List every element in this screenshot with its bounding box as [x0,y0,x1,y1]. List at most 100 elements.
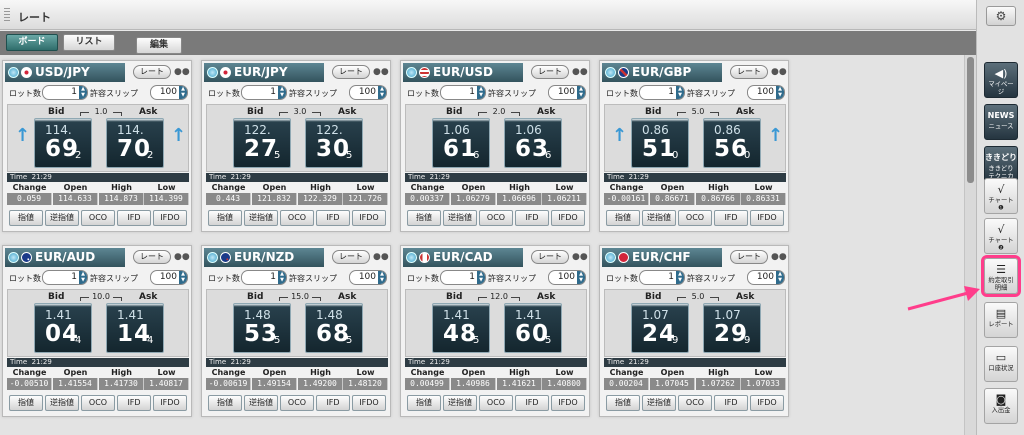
order-button-4[interactable]: IFDO [551,395,585,411]
order-button-2[interactable]: OCO [479,210,513,226]
ask-price-button[interactable]: 122. 30 5 [305,118,363,168]
pin-icon[interactable]: ●● [174,251,190,263]
sidebar-item-execution[interactable]: ☰ 約定取引明細 [981,255,1021,297]
sidebar-item-mypage[interactable]: ◀) マイページ [984,62,1018,98]
order-button-4[interactable]: IFDO [750,210,784,226]
order-button-4[interactable]: IFDO [750,395,784,411]
spin-arrows-icon[interactable]: ▲ ▼ [378,271,386,284]
pin-icon[interactable]: ●● [771,66,787,78]
option-circle-icon[interactable] [406,67,417,78]
ask-price-button[interactable]: 114. 70 2 [106,118,164,168]
bid-price-button[interactable]: 114. 69 2 [34,118,92,168]
spin-arrows-icon[interactable]: ▲ ▼ [477,271,485,284]
order-button-3[interactable]: IFD [714,395,748,411]
vertical-scrollbar[interactable] [964,55,976,435]
spin-arrows-icon[interactable]: ▲ ▼ [776,86,784,99]
bid-price-button[interactable]: 1.48 53 5 [233,303,291,353]
order-button-2[interactable]: OCO [81,210,115,226]
slip-input[interactable]: 100 ▲ ▼ [747,270,785,285]
spin-arrows-icon[interactable]: ▲ ▼ [676,86,684,99]
spin-arrows-icon[interactable]: ▲ ▼ [477,86,485,99]
option-circle-icon[interactable] [605,252,616,263]
slip-input[interactable]: 100 ▲ ▼ [150,270,188,285]
option-circle-icon[interactable] [8,67,19,78]
pin-icon[interactable]: ●● [373,66,389,78]
order-button-3[interactable]: IFD [714,210,748,226]
scrollbar-thumb[interactable] [967,57,974,183]
sidebar-item-account[interactable]: ▭ 口座状況 [984,346,1018,382]
slip-input[interactable]: 100 ▲ ▼ [548,270,586,285]
bid-price-button[interactable]: 1.41 04 4 [34,303,92,353]
spin-arrows-icon[interactable]: ▲ ▼ [676,271,684,284]
pin-icon[interactable]: ●● [572,251,588,263]
order-button-3[interactable]: IFD [316,210,350,226]
order-button-1[interactable]: 逆指値 [244,210,278,226]
lot-input[interactable]: 1 ▲ ▼ [440,85,486,100]
option-circle-icon[interactable] [8,252,19,263]
spin-arrows-icon[interactable]: ▲ ▼ [378,86,386,99]
ask-price-button[interactable]: 1.48 68 5 [305,303,363,353]
option-circle-icon[interactable] [207,67,218,78]
order-button-0[interactable]: 指値 [208,395,242,411]
order-button-1[interactable]: 逆指値 [443,210,477,226]
order-button-2[interactable]: OCO [81,395,115,411]
spin-arrows-icon[interactable]: ▲ ▼ [179,271,187,284]
option-circle-icon[interactable] [207,252,218,263]
order-button-1[interactable]: 逆指値 [443,395,477,411]
order-button-1[interactable]: 逆指値 [244,395,278,411]
order-button-3[interactable]: IFD [117,210,151,226]
bid-price-button[interactable]: 1.07 24 9 [631,303,689,353]
rate-button[interactable]: レート [332,65,370,79]
order-button-1[interactable]: 逆指値 [642,395,676,411]
spin-arrows-icon[interactable]: ▲ ▼ [79,86,87,99]
lot-input[interactable]: 1 ▲ ▼ [42,85,88,100]
drag-grip-icon[interactable] [4,8,10,22]
rate-button[interactable]: レート [730,250,768,264]
slip-input[interactable]: 100 ▲ ▼ [150,85,188,100]
lot-input[interactable]: 1 ▲ ▼ [241,85,287,100]
order-button-3[interactable]: IFD [515,395,549,411]
edit-button[interactable]: 編集 [136,37,182,54]
pin-icon[interactable]: ●● [174,66,190,78]
rate-button[interactable]: レート [730,65,768,79]
order-button-4[interactable]: IFDO [153,395,187,411]
lot-input[interactable]: 1 ▲ ▼ [440,270,486,285]
spin-arrows-icon[interactable]: ▲ ▼ [278,86,286,99]
option-circle-icon[interactable] [406,252,417,263]
order-button-0[interactable]: 指値 [606,210,640,226]
lot-input[interactable]: 1 ▲ ▼ [639,270,685,285]
lot-input[interactable]: 1 ▲ ▼ [42,270,88,285]
lot-input[interactable]: 1 ▲ ▼ [639,85,685,100]
lot-input[interactable]: 1 ▲ ▼ [241,270,287,285]
option-circle-icon[interactable] [605,67,616,78]
ask-price-button[interactable]: 1.41 14 4 [106,303,164,353]
bid-price-button[interactable]: 0.86 51 0 [631,118,689,168]
pin-icon[interactable]: ●● [771,251,787,263]
rate-button[interactable]: レート [133,65,171,79]
ask-price-button[interactable]: 0.86 56 0 [703,118,761,168]
order-button-0[interactable]: 指値 [9,395,43,411]
slip-input[interactable]: 100 ▲ ▼ [349,270,387,285]
rate-button[interactable]: レート [133,250,171,264]
order-button-2[interactable]: OCO [280,395,314,411]
order-button-2[interactable]: OCO [678,395,712,411]
rate-button[interactable]: レート [531,250,569,264]
order-button-3[interactable]: IFD [515,210,549,226]
spin-arrows-icon[interactable]: ▲ ▼ [577,86,585,99]
pin-icon[interactable]: ●● [373,251,389,263]
order-button-0[interactable]: 指値 [208,210,242,226]
ask-price-button[interactable]: 1.06 63 6 [504,118,562,168]
slip-input[interactable]: 100 ▲ ▼ [349,85,387,100]
order-button-0[interactable]: 指値 [9,210,43,226]
settings-gear-icon[interactable]: ⚙ [986,6,1016,26]
spin-arrows-icon[interactable]: ▲ ▼ [278,271,286,284]
spin-arrows-icon[interactable]: ▲ ▼ [79,271,87,284]
order-button-3[interactable]: IFD [316,395,350,411]
tab-list[interactable]: リスト [63,34,115,51]
sidebar-item-news[interactable]: NEWS ニュース [984,104,1018,140]
sidebar-item-report[interactable]: ▤ レポート [984,302,1018,338]
pin-icon[interactable]: ●● [572,66,588,78]
bid-price-button[interactable]: 1.06 61 6 [432,118,490,168]
bid-price-button[interactable]: 122. 27 5 [233,118,291,168]
order-button-2[interactable]: OCO [479,395,513,411]
